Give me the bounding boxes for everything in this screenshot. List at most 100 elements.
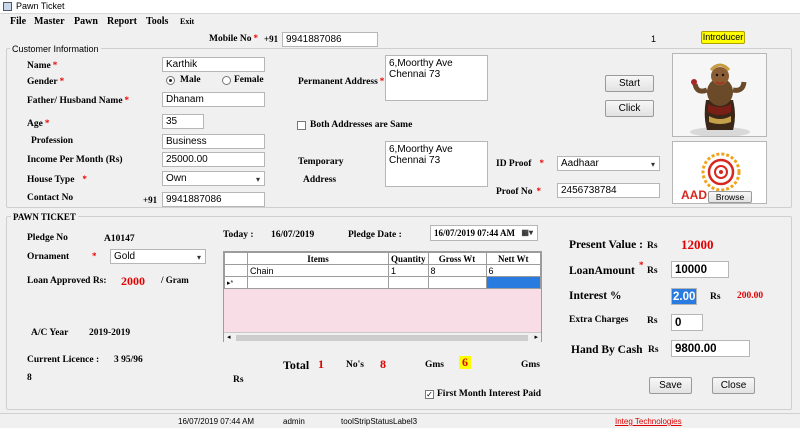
scroll-left-icon[interactable]: ◂ xyxy=(227,333,231,341)
company-link[interactable]: Integ Technologies xyxy=(615,417,682,426)
temporary-address-line1: 6,Moorthy Ave xyxy=(389,144,453,155)
menu-tools[interactable]: Tools xyxy=(146,16,168,27)
grid-row-header-corner xyxy=(224,252,248,265)
aadhaar-text: AAD xyxy=(681,188,707,202)
title-bar: Pawn Ticket xyxy=(0,0,800,14)
close-button[interactable]: Close xyxy=(712,377,755,394)
chevron-down-icon: ▾ xyxy=(650,160,655,169)
grid-cell-nett-wt-new[interactable] xyxy=(485,276,542,289)
items-table: Items Quantity Gross Wt Nett Wt Chain 1 … xyxy=(224,252,542,289)
gender-female-radio[interactable] xyxy=(222,76,231,85)
menu-master[interactable]: Master xyxy=(34,16,65,27)
total-label: Total xyxy=(283,358,310,372)
gender-male-radio[interactable] xyxy=(166,76,175,85)
new-row-indicator-icon: ▸* xyxy=(224,276,248,289)
ac-year-value: 2019-2019 xyxy=(89,328,131,338)
calendar-icon[interactable]: ▦▾ xyxy=(521,227,533,239)
menu-file[interactable]: File xyxy=(10,16,26,27)
mobile-input[interactable]: 9941887086 xyxy=(282,32,378,47)
income-input[interactable]: 25000.00 xyxy=(162,152,265,167)
permanent-address-label: Permanent Address * xyxy=(298,76,385,87)
contact-label: Contact No xyxy=(27,193,74,203)
extra-charges-label: Extra Charges xyxy=(569,315,629,325)
interest-amount: 200.00 xyxy=(737,291,764,301)
profession-input[interactable]: Business xyxy=(162,134,265,149)
introducer-button[interactable]: Introducer xyxy=(701,31,745,44)
menu-pawn[interactable]: Pawn xyxy=(74,16,98,27)
grid-cell-item-new[interactable] xyxy=(247,276,389,289)
permanent-address-input[interactable]: 6,Moorthy Ave Chennai 73 xyxy=(385,55,488,101)
hand-by-cash-input[interactable]: 9800.00 xyxy=(671,340,750,357)
grid-row-selector[interactable] xyxy=(224,264,248,277)
extra-charges-input[interactable]: 0 xyxy=(671,314,703,331)
menu-report[interactable]: Report xyxy=(107,16,137,27)
proof-no-input[interactable]: 2456738784 xyxy=(557,183,660,198)
grid-horizontal-scrollbar[interactable]: ◂ ▸ xyxy=(224,332,541,342)
permanent-address-line2: Chennai 73 xyxy=(389,69,441,80)
menu-exit[interactable]: Exit xyxy=(180,17,194,26)
ornament-required: * xyxy=(92,251,97,261)
save-button[interactable]: Save xyxy=(649,377,692,394)
window-title: Pawn Ticket xyxy=(16,1,65,11)
gender-female-label: Female xyxy=(234,75,264,85)
id-proof-value: Aadhaar xyxy=(561,158,599,169)
grid-header-items[interactable]: Items xyxy=(247,252,389,265)
first-month-interest-checkbox[interactable]: ✓ xyxy=(425,390,434,399)
gms-label: Gms xyxy=(425,360,444,370)
name-label: Name * xyxy=(27,60,58,71)
grid-cell-quantity[interactable]: 1 xyxy=(388,264,429,277)
present-value-rs: Rs xyxy=(647,241,658,251)
temporary-address-line2: Chennai 73 xyxy=(389,155,441,166)
contact-country-code: +91 xyxy=(143,195,158,205)
present-value: 12000 xyxy=(681,237,714,252)
app-icon xyxy=(3,2,12,11)
temporary-address-label-2: Address xyxy=(303,175,337,185)
ornament-label: Ornament xyxy=(27,252,70,262)
scroll-thumb[interactable] xyxy=(236,335,528,341)
grid-cell-gross-wt-new[interactable] xyxy=(427,276,487,289)
ac-year-label: A/C Year xyxy=(31,328,69,338)
browse-button[interactable]: Browse xyxy=(708,191,752,203)
loan-amount-input[interactable]: 10000 xyxy=(671,261,729,278)
gender-male-label: Male xyxy=(180,75,201,85)
grid-header-row: Items Quantity Gross Wt Nett Wt xyxy=(224,252,542,265)
extra-charges-rs: Rs xyxy=(647,316,658,326)
items-grid[interactable]: Items Quantity Gross Wt Nett Wt Chain 1 … xyxy=(223,251,542,342)
interest-input[interactable]: 2.00 xyxy=(671,288,697,305)
status-user: admin xyxy=(283,417,305,426)
ornament-value: Gold xyxy=(114,251,136,262)
profession-label: Profession xyxy=(31,136,74,146)
ornament-select[interactable]: Gold ▾ xyxy=(110,249,206,264)
house-type-select[interactable]: Own ▾ xyxy=(162,171,265,186)
start-button[interactable]: Start xyxy=(605,75,654,92)
grid-header-gross-wt[interactable]: Gross Wt xyxy=(427,252,487,265)
contact-input[interactable]: 9941887086 xyxy=(162,192,265,207)
scroll-right-icon[interactable]: ▸ xyxy=(534,333,538,341)
both-addresses-checkbox[interactable] xyxy=(297,121,306,130)
interest-rs: Rs xyxy=(710,292,721,302)
loan-amount-required: * xyxy=(639,260,644,270)
customer-photo xyxy=(672,53,767,137)
income-label: Income Per Month (Rs) xyxy=(27,155,123,165)
id-proof-select[interactable]: Aadhaar ▾ xyxy=(557,156,660,171)
pledge-date-picker[interactable]: 16/07/2019 07:44 AM ▦▾ xyxy=(430,225,538,241)
id-proof-label: ID Proof * xyxy=(496,158,544,169)
father-input[interactable]: Dhanam xyxy=(162,92,265,107)
temporary-address-input[interactable]: 6,Moorthy Ave Chennai 73 xyxy=(385,141,488,187)
table-row[interactable]: Chain 1 8 6 xyxy=(224,264,542,277)
age-input[interactable]: 35 xyxy=(162,114,204,129)
per-gram-label: / Gram xyxy=(161,275,189,285)
grid-header-quantity[interactable]: Quantity xyxy=(388,252,429,265)
chevron-down-icon: ▾ xyxy=(255,175,260,184)
menu-bar: File Master Pawn Report Tools Exit xyxy=(0,14,800,29)
table-row[interactable]: ▸* xyxy=(224,276,542,289)
licence-value: 3 95/96 xyxy=(114,355,143,365)
grid-header-nett-wt[interactable]: Nett Wt xyxy=(485,252,542,265)
grid-cell-item[interactable]: Chain xyxy=(247,264,389,277)
name-input[interactable]: Karthik xyxy=(162,57,265,72)
click-button[interactable]: Click xyxy=(605,100,654,117)
grid-cell-nett-wt[interactable]: 6 xyxy=(485,264,542,277)
grid-cell-gross-wt[interactable]: 8 xyxy=(427,264,487,277)
grid-cell-quantity-new[interactable] xyxy=(388,276,429,289)
loan-approved-label: Loan Approved Rs: xyxy=(27,276,107,286)
